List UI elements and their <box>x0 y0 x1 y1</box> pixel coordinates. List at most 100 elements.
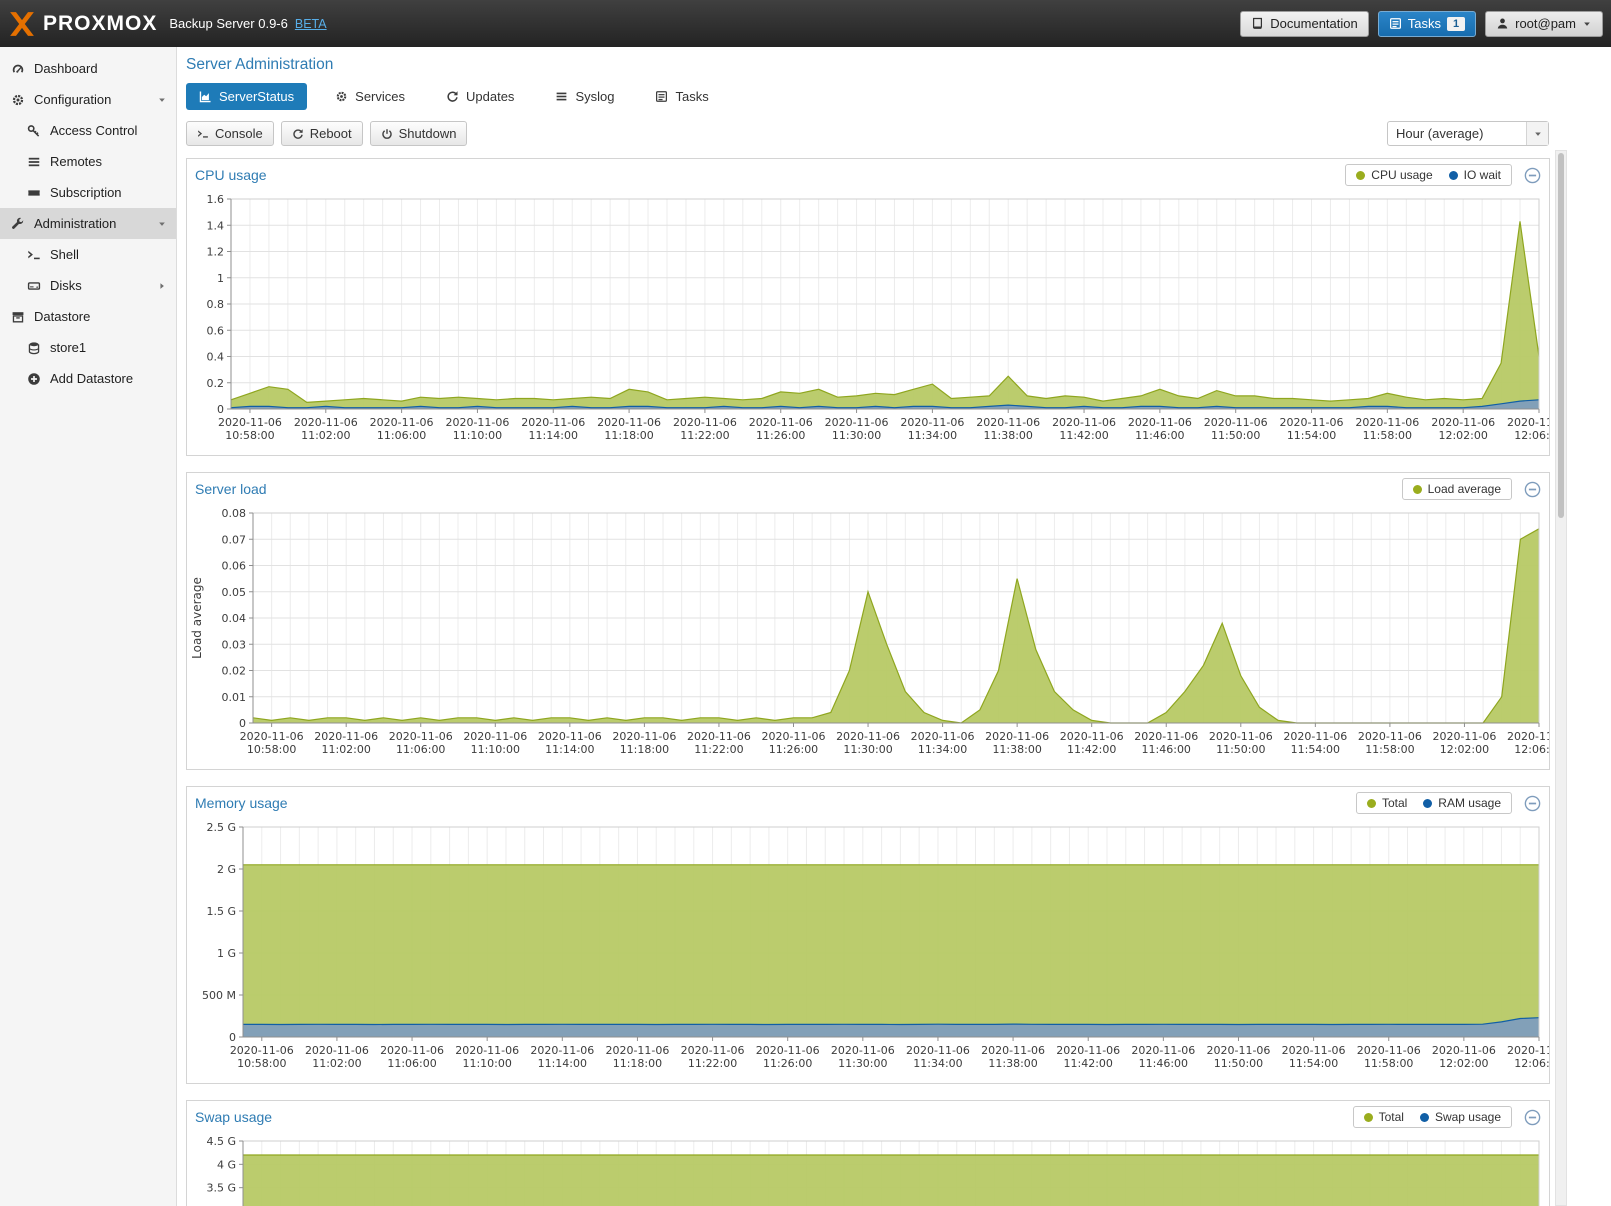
chart-area: 00.20.40.60.811.21.41.62020-11-0610:58:0… <box>187 191 1549 455</box>
tab-services[interactable]: Services <box>322 83 418 110</box>
svg-text:2020-11-0611:02:00: 2020-11-0611:02:00 <box>305 1044 369 1070</box>
tab-tasks[interactable]: Tasks <box>642 83 721 110</box>
sidebar-item-administration[interactable]: Administration <box>0 208 176 239</box>
svg-text:2020-11-0611:38:00: 2020-11-0611:38:00 <box>981 1044 1045 1070</box>
sidebar-item-store1[interactable]: store1 <box>0 332 176 363</box>
sidebar-item-label: Add Datastore <box>50 371 133 386</box>
chart-area: 0500 M1 G1.5 G2 G2.5 G3 G3.5 G4 G4.5 G20… <box>187 1133 1549 1206</box>
svg-text:1.4: 1.4 <box>207 219 225 232</box>
svg-text:2020-11-0611:30:00: 2020-11-0611:30:00 <box>831 1044 895 1070</box>
beta-link[interactable]: BETA <box>295 17 327 31</box>
svg-text:2020-11-0611:42:00: 2020-11-0611:42:00 <box>1056 1044 1120 1070</box>
svg-text:2020-11-0611:02:00: 2020-11-0611:02:00 <box>294 416 358 442</box>
book-icon <box>1251 17 1264 30</box>
collapse-panel-button[interactable] <box>1524 795 1541 812</box>
user-menu-button[interactable]: root@pam <box>1485 11 1603 37</box>
svg-text:2020-11-0611:58:00: 2020-11-0611:58:00 <box>1357 1044 1421 1070</box>
sidebar-item-remotes[interactable]: Remotes <box>0 146 176 177</box>
svg-text:2020-11-0611:38:00: 2020-11-0611:38:00 <box>976 416 1040 442</box>
legend-item-io-wait[interactable]: IO wait <box>1449 168 1501 182</box>
chart-svg: 00.010.020.030.040.050.060.070.082020-11… <box>187 505 1549 769</box>
scrollbar-thumb[interactable] <box>1558 153 1564 518</box>
svg-text:2020-11-0611:42:00: 2020-11-0611:42:00 <box>1052 416 1116 442</box>
shutdown-button[interactable]: Shutdown <box>370 121 468 146</box>
collapse-panel-button[interactable] <box>1524 167 1541 184</box>
legend-item-total[interactable]: Total <box>1364 1110 1404 1124</box>
vertical-scrollbar[interactable] <box>1555 150 1567 1206</box>
header-actions: Documentation Tasks 1 root@pam <box>1240 11 1603 37</box>
sidebar-item-configuration[interactable]: Configuration <box>0 84 176 115</box>
refresh-icon <box>292 128 304 140</box>
tab-bar: ServerStatus Services Updates Syslog Tasks <box>177 78 1611 115</box>
svg-text:2020-11-0611:14:00: 2020-11-0611:14:00 <box>521 416 585 442</box>
svg-text:0.4: 0.4 <box>207 351 225 364</box>
legend-dot <box>1423 799 1432 808</box>
legend-item-swap-usage[interactable]: Swap usage <box>1420 1110 1501 1124</box>
tab-label: Syslog <box>575 89 614 104</box>
tasks-button[interactable]: Tasks 1 <box>1378 11 1476 37</box>
sidebar-item-label: Datastore <box>34 309 90 324</box>
svg-text:0.2: 0.2 <box>207 377 225 390</box>
sidebar-item-access-control[interactable]: Access Control <box>0 115 176 146</box>
legend-label: RAM usage <box>1438 796 1501 810</box>
tasks-icon <box>655 90 668 103</box>
svg-text:2020-11-0611:58:00: 2020-11-0611:58:00 <box>1355 416 1419 442</box>
svg-text:2020-11-0612:06:00: 2020-11-0612:06:00 <box>1507 1044 1549 1070</box>
chart-svg: 00.20.40.60.811.21.41.62020-11-0610:58:0… <box>187 191 1549 455</box>
sidebar-item-disks[interactable]: Disks <box>0 270 176 301</box>
sidebar-item-datastore[interactable]: Datastore <box>0 301 176 332</box>
svg-text:2020-11-0611:50:00: 2020-11-0611:50:00 <box>1207 1044 1271 1070</box>
caret-down-icon <box>1582 19 1592 29</box>
console-button[interactable]: Console <box>186 121 274 146</box>
documentation-button[interactable]: Documentation <box>1240 11 1368 37</box>
tab-syslog[interactable]: Syslog <box>542 83 627 110</box>
svg-text:1.2: 1.2 <box>207 246 225 259</box>
sidebar-item-shell[interactable]: Shell <box>0 239 176 270</box>
ticket-icon <box>27 186 41 200</box>
chart-area: 0500 M1 G1.5 G2 G2.5 G2020-11-0610:58:00… <box>187 819 1549 1083</box>
sidebar-item-add-datastore[interactable]: Add Datastore <box>0 363 176 394</box>
svg-text:0.03: 0.03 <box>222 638 247 651</box>
brand: PROXMOX Backup Server 0.9-6 BETA <box>8 10 327 38</box>
panel-header: Server loadLoad average <box>187 473 1549 505</box>
database-icon <box>27 341 41 355</box>
app-header: PROXMOX Backup Server 0.9-6 BETA Documen… <box>0 0 1611 47</box>
legend-item-ram-usage[interactable]: RAM usage <box>1423 796 1501 810</box>
collapse-panel-button[interactable] <box>1524 1109 1541 1126</box>
tasks-icon <box>1389 17 1402 30</box>
tab-serverstatus[interactable]: ServerStatus <box>186 83 307 110</box>
panel-swap-usage: Swap usageTotalSwap usage0500 M1 G1.5 G2… <box>186 1100 1550 1206</box>
sidebar-item-dashboard[interactable]: Dashboard <box>0 53 176 84</box>
svg-text:2020-11-0611:14:00: 2020-11-0611:14:00 <box>538 730 602 756</box>
sidebar-item-subscription[interactable]: Subscription <box>0 177 176 208</box>
svg-text:2020-11-0611:18:00: 2020-11-0611:18:00 <box>612 730 676 756</box>
time-range-select[interactable]: Hour (average) <box>1387 121 1549 146</box>
collapse-panel-button[interactable] <box>1524 481 1541 498</box>
legend-item-cpu-usage[interactable]: CPU usage <box>1356 168 1432 182</box>
bars-icon <box>27 155 41 169</box>
svg-text:2020-11-0610:58:00: 2020-11-0610:58:00 <box>230 1044 294 1070</box>
svg-text:2020-11-0611:34:00: 2020-11-0611:34:00 <box>900 416 964 442</box>
panel-header: Memory usageTotalRAM usage <box>187 787 1549 819</box>
reboot-button[interactable]: Reboot <box>281 121 363 146</box>
bars-icon <box>555 90 568 103</box>
tab-label: Services <box>355 89 405 104</box>
legend-dot <box>1367 799 1376 808</box>
legend-item-load-average[interactable]: Load average <box>1413 482 1501 496</box>
chevron-right-icon <box>157 281 167 291</box>
svg-text:2020-11-0611:26:00: 2020-11-0611:26:00 <box>749 416 813 442</box>
sidebar-item-label: Shell <box>50 247 79 262</box>
sidebar-item-label: Disks <box>50 278 82 293</box>
chevron-down-icon <box>157 219 167 229</box>
panel-memory-usage: Memory usageTotalRAM usage0500 M1 G1.5 G… <box>186 786 1550 1084</box>
tab-updates[interactable]: Updates <box>433 83 527 110</box>
svg-text:0: 0 <box>239 717 246 730</box>
svg-text:4.5 G: 4.5 G <box>206 1135 236 1148</box>
chart-legend: Total RAM usage <box>1356 792 1512 814</box>
svg-text:2020-11-0611:46:00: 2020-11-0611:46:00 <box>1128 416 1192 442</box>
combo-trigger[interactable] <box>1526 122 1548 145</box>
svg-text:2020-11-0611:38:00: 2020-11-0611:38:00 <box>985 730 1049 756</box>
svg-text:Load average: Load average <box>190 577 204 659</box>
legend-item-total[interactable]: Total <box>1367 796 1407 810</box>
svg-text:1.5 G: 1.5 G <box>206 905 236 918</box>
